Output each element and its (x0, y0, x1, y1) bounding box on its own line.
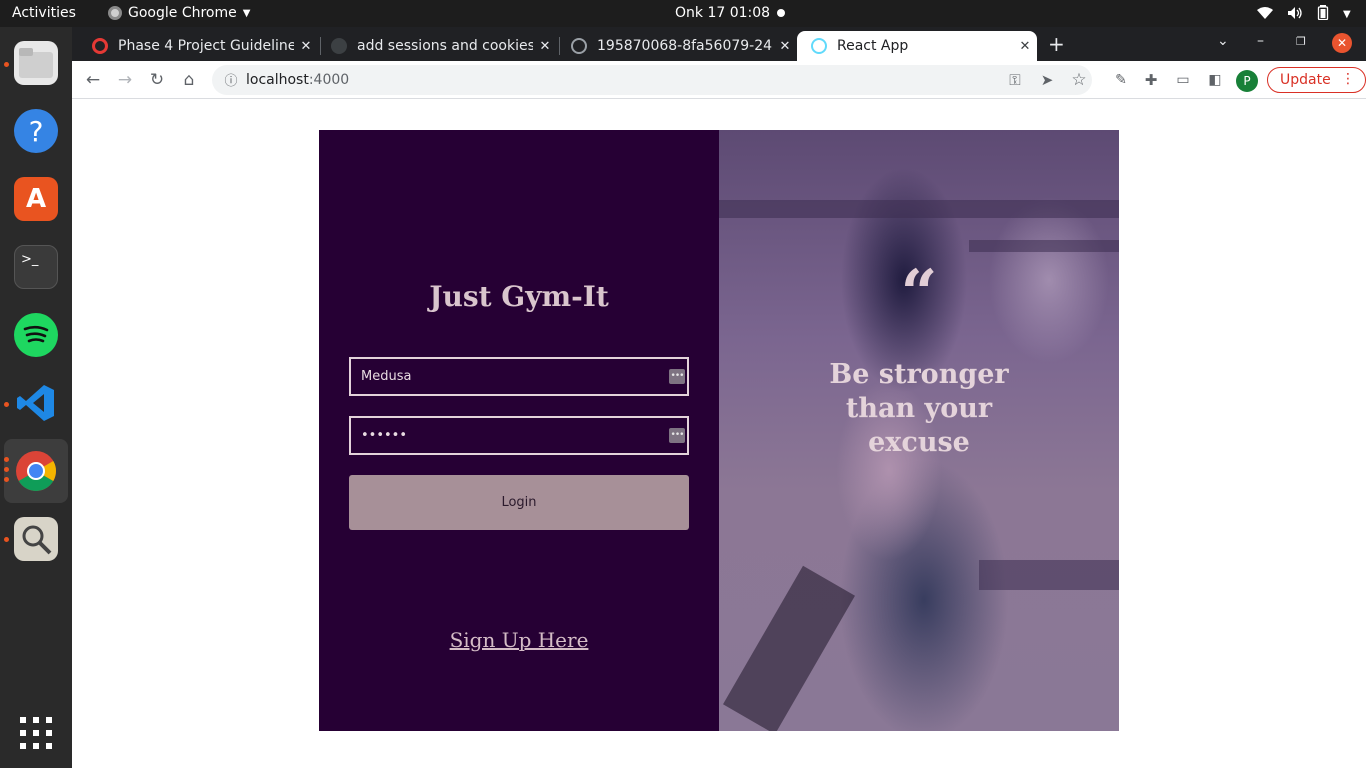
volume-icon (1287, 6, 1303, 24)
address-host: localhost (246, 72, 309, 88)
tab-title: add sessions and cookies (357, 38, 533, 54)
tab-react-app[interactable]: React App ✕ (797, 31, 1037, 61)
password-input[interactable] (351, 418, 687, 453)
close-tab-icon[interactable]: ✕ (1013, 39, 1037, 54)
notification-dot-icon (777, 9, 785, 17)
wifi-icon (1257, 6, 1273, 24)
update-label: Update (1280, 72, 1331, 88)
close-tab-icon[interactable]: ✕ (773, 39, 797, 54)
send-icon[interactable]: ➤ (1036, 69, 1058, 91)
restore-icon[interactable]: ❐ (1296, 35, 1306, 48)
key-icon[interactable]: ⚿ (1004, 69, 1026, 91)
brand-title: Just Gym-It (429, 280, 609, 313)
tab-title: Phase 4 Project Guideline (118, 38, 294, 54)
login-button[interactable]: Login (349, 475, 689, 530)
running-indicator (4, 457, 9, 462)
battery-icon (1317, 5, 1329, 24)
password-manager-icon[interactable]: ••• (669, 369, 685, 384)
help-icon[interactable]: ? (14, 109, 58, 153)
search-image-icon[interactable] (14, 517, 58, 561)
eyedropper-extension-icon[interactable]: ✎ (1110, 69, 1132, 91)
bookmark-star-icon[interactable]: ☆ (1068, 69, 1090, 91)
signup-link[interactable]: Sign Up Here (319, 628, 719, 652)
clock[interactable]: Onk 17 01:08 (675, 5, 770, 21)
running-indicator (4, 62, 9, 67)
background-blur-shape (979, 560, 1119, 590)
address-port: :4000 (308, 72, 350, 88)
tab-title: 195870068-8fa56079-248f (597, 38, 773, 54)
background-blur-shape (969, 240, 1119, 252)
running-indicator (4, 477, 9, 482)
close-tab-icon[interactable]: ✕ (294, 39, 318, 54)
chrome-small-icon (108, 6, 122, 20)
profile-avatar[interactable]: P (1236, 70, 1258, 92)
forward-arrow-icon[interactable]: → (114, 69, 136, 91)
home-icon[interactable]: ⌂ (178, 69, 200, 91)
extensions-puzzle-icon[interactable]: ✚ (1140, 69, 1162, 91)
tab-image[interactable]: 195870068-8fa56079-248f ✕ (557, 31, 797, 61)
dock: ? A >_ (0, 27, 72, 768)
tab-title: React App (837, 38, 909, 54)
tab-sessions[interactable]: add sessions and cookies ✕ (317, 31, 557, 61)
activities-button[interactable]: Activities (12, 5, 76, 21)
system-tray[interactable]: ▼ (1257, 5, 1351, 24)
password-field[interactable]: ••• (349, 416, 689, 455)
background-blur-shape (723, 565, 855, 731)
github-icon (331, 38, 347, 54)
side-panel-icon[interactable]: ◧ (1204, 69, 1226, 91)
minimize-icon[interactable]: – (1257, 33, 1264, 49)
new-tab-plus-icon[interactable]: + (1048, 32, 1065, 56)
site-info-icon[interactable]: ⓘ (222, 70, 240, 89)
username-input[interactable] (351, 359, 687, 394)
username-field[interactable]: ••• (349, 357, 689, 396)
app-menu[interactable]: Google Chrome ▼ (108, 5, 250, 21)
caret-down-icon: ▼ (242, 7, 251, 19)
quote-mark: “ (900, 256, 938, 331)
motivation-image-panel: “ Be stronger than your excuse (719, 130, 1119, 731)
app-menu-label: Google Chrome (128, 5, 237, 21)
login-panel: Just Gym-It ••• ••• Login Sign Up Here (319, 130, 719, 731)
tab-phase4[interactable]: Phase 4 Project Guideline ✕ (78, 31, 318, 61)
tab-favicon-icon (92, 38, 108, 54)
app-store-icon[interactable]: A (14, 177, 58, 221)
address-url[interactable]: localhost:4000 (246, 72, 349, 88)
system-top-bar: Activities Google Chrome ▼ Onk 17 01:08 … (0, 0, 1366, 27)
globe-icon (571, 38, 587, 54)
password-manager-icon[interactable]: ••• (669, 428, 685, 443)
background-blur-shape (719, 200, 1119, 218)
running-indicator (4, 402, 9, 407)
spotify-icon[interactable] (14, 313, 58, 357)
tab-search-chevron-icon[interactable]: ⌄ (1217, 33, 1229, 49)
browser-toolbar: ← → ↻ ⌂ ⓘ localhost:4000 ⚿ ➤ ☆ ✎ ✚ ▭ ◧ P… (72, 61, 1366, 99)
cast-icon[interactable]: ▭ (1172, 69, 1194, 91)
files-icon[interactable] (14, 41, 58, 85)
power-menu-caret-icon: ▼ (1343, 9, 1351, 20)
close-window-icon[interactable]: ✕ (1332, 33, 1352, 53)
close-tab-icon[interactable]: ✕ (533, 39, 557, 54)
running-indicator (4, 537, 9, 542)
app-grid-icon[interactable] (14, 711, 58, 755)
terminal-icon[interactable]: >_ (14, 245, 58, 289)
quote-text: Be stronger than your excuse (829, 359, 1009, 458)
chrome-icon[interactable] (14, 449, 58, 493)
reload-icon[interactable]: ↻ (146, 69, 168, 91)
update-button[interactable]: Update ⋮ (1267, 67, 1366, 93)
vscode-icon[interactable] (14, 381, 58, 425)
address-bar[interactable]: ⓘ localhost:4000 (212, 65, 1092, 95)
running-indicator (4, 467, 9, 472)
tab-strip: Phase 4 Project Guideline ✕ add sessions… (72, 27, 1366, 61)
kebab-menu-icon[interactable]: ⋮ (1341, 71, 1355, 87)
back-arrow-icon[interactable]: ← (82, 69, 104, 91)
react-icon (811, 38, 827, 54)
